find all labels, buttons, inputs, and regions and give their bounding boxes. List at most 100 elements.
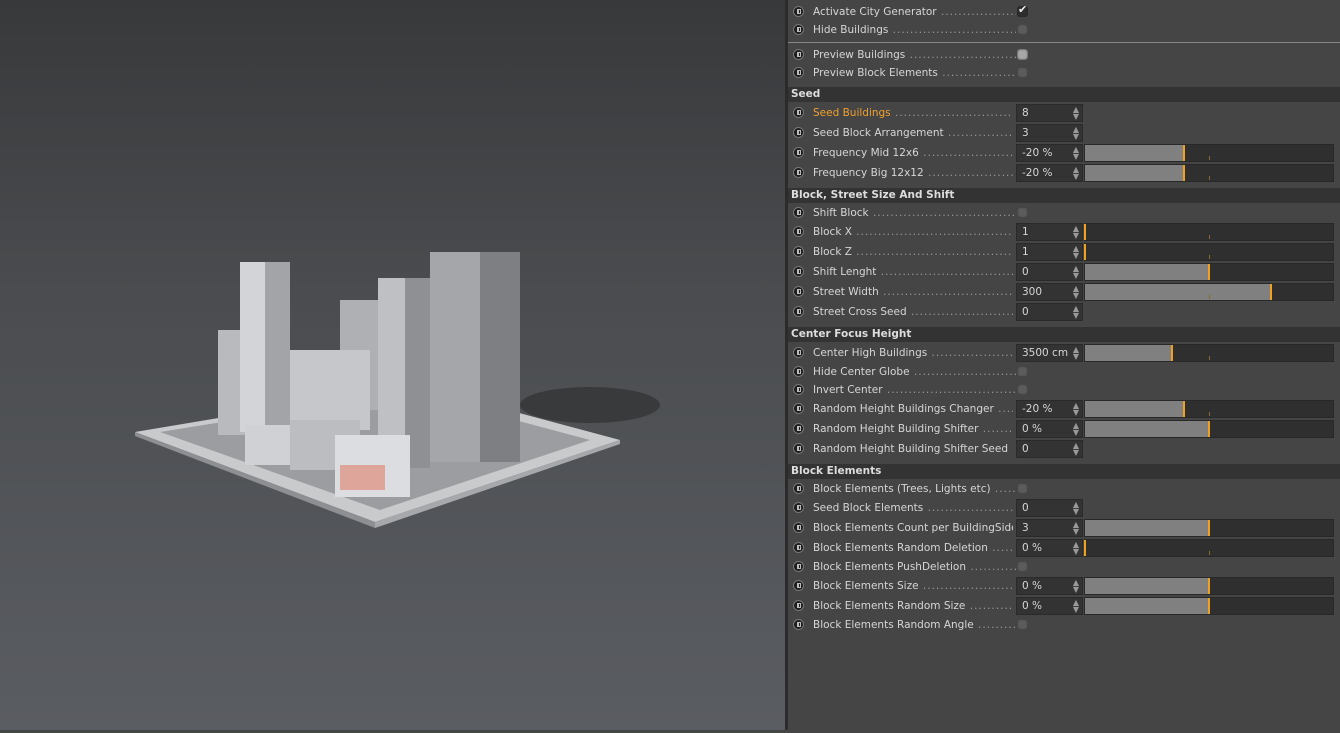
slider-handle[interactable] xyxy=(1183,145,1186,161)
slider-handle[interactable] xyxy=(1208,421,1210,437)
animate-keyframe-icon[interactable] xyxy=(793,246,804,257)
slider-handle[interactable] xyxy=(1084,244,1086,260)
slider-handle[interactable] xyxy=(1183,401,1186,417)
animate-keyframe-icon[interactable] xyxy=(793,522,804,533)
value-field[interactable]: 1 ▲ ▼ xyxy=(1016,223,1083,241)
slider[interactable] xyxy=(1084,420,1334,438)
slider-handle[interactable] xyxy=(1208,578,1210,594)
spinner-arrows-icon[interactable]: ▲ ▼ xyxy=(1073,422,1079,437)
animate-keyframe-icon[interactable] xyxy=(793,306,804,317)
slider[interactable] xyxy=(1084,243,1334,261)
value-field[interactable]: 0 % ▲ ▼ xyxy=(1016,420,1083,438)
value-field[interactable]: 3 ▲ ▼ xyxy=(1016,124,1083,142)
value-field[interactable]: -20 % ▲ ▼ xyxy=(1016,400,1083,418)
animate-keyframe-icon[interactable] xyxy=(793,67,804,78)
slider[interactable] xyxy=(1084,400,1334,418)
spinner-arrows-icon[interactable]: ▲ ▼ xyxy=(1073,599,1079,614)
value-field[interactable]: 0 ▲ ▼ xyxy=(1016,440,1083,458)
animate-keyframe-icon[interactable] xyxy=(793,286,804,297)
value-field[interactable]: 3500 cm ▲ ▼ xyxy=(1016,344,1083,362)
slider-handle[interactable] xyxy=(1170,345,1173,361)
checkbox[interactable] xyxy=(1017,384,1028,395)
slider[interactable] xyxy=(1084,344,1334,362)
value-field[interactable]: -20 % ▲ ▼ xyxy=(1016,164,1083,182)
checkbox[interactable] xyxy=(1017,67,1028,78)
animate-keyframe-icon[interactable] xyxy=(793,167,804,178)
slider[interactable] xyxy=(1084,577,1334,595)
value-field[interactable]: 1 ▲ ▼ xyxy=(1016,243,1083,261)
checkbox[interactable] xyxy=(1017,366,1028,377)
value-field[interactable]: 0 % ▲ ▼ xyxy=(1016,539,1083,557)
value-field[interactable]: 0 % ▲ ▼ xyxy=(1016,577,1083,595)
section-header-block-street-size-and-shift[interactable]: Block, Street Size And Shift xyxy=(788,188,1340,203)
checkbox[interactable] xyxy=(1017,483,1028,494)
slider[interactable] xyxy=(1084,263,1334,281)
spinner-arrows-icon[interactable]: ▲ ▼ xyxy=(1073,501,1079,516)
spinner-arrows-icon[interactable]: ▲ ▼ xyxy=(1073,579,1079,594)
checkbox[interactable] xyxy=(1017,24,1028,35)
value-field[interactable]: 3 ▲ ▼ xyxy=(1016,519,1083,537)
section-header-center-focus-height[interactable]: Center Focus Height xyxy=(788,327,1340,342)
animate-keyframe-icon[interactable] xyxy=(793,6,804,17)
spinner-arrows-icon[interactable]: ▲ ▼ xyxy=(1073,521,1079,536)
value-field[interactable]: 0 % ▲ ▼ xyxy=(1016,597,1083,615)
checkbox[interactable] xyxy=(1017,619,1028,630)
value-field[interactable]: 0 ▲ ▼ xyxy=(1016,499,1083,517)
value-field[interactable]: 300 ▲ ▼ xyxy=(1016,283,1083,301)
slider-handle[interactable] xyxy=(1084,224,1086,240)
value-field[interactable]: -20 % ▲ ▼ xyxy=(1016,144,1083,162)
animate-keyframe-icon[interactable] xyxy=(793,443,804,454)
spinner-arrows-icon[interactable]: ▲ ▼ xyxy=(1073,305,1079,320)
spinner-arrows-icon[interactable]: ▲ ▼ xyxy=(1073,442,1079,457)
animate-keyframe-icon[interactable] xyxy=(793,147,804,158)
spinner-arrows-icon[interactable]: ▲ ▼ xyxy=(1073,106,1079,121)
3d-viewport[interactable] xyxy=(0,0,785,730)
spinner-arrows-icon[interactable]: ▲ ▼ xyxy=(1073,245,1079,260)
animate-keyframe-icon[interactable] xyxy=(793,483,804,494)
animate-keyframe-icon[interactable] xyxy=(793,226,804,237)
slider-handle[interactable] xyxy=(1084,540,1086,556)
animate-keyframe-icon[interactable] xyxy=(793,403,804,414)
animate-keyframe-icon[interactable] xyxy=(793,561,804,572)
animate-keyframe-icon[interactable] xyxy=(793,384,804,395)
spinner-arrows-icon[interactable]: ▲ ▼ xyxy=(1073,265,1079,280)
slider[interactable] xyxy=(1084,164,1334,182)
animate-keyframe-icon[interactable] xyxy=(793,266,804,277)
slider[interactable] xyxy=(1084,223,1334,241)
section-header-seed[interactable]: Seed xyxy=(788,87,1340,102)
slider[interactable] xyxy=(1084,283,1334,301)
animate-keyframe-icon[interactable] xyxy=(793,619,804,630)
value-field[interactable]: 8 ▲ ▼ xyxy=(1016,104,1083,122)
slider-handle[interactable] xyxy=(1208,598,1210,614)
spinner-arrows-icon[interactable]: ▲ ▼ xyxy=(1073,126,1079,141)
slider-handle[interactable] xyxy=(1270,284,1272,300)
animate-keyframe-icon[interactable] xyxy=(793,347,804,358)
spinner-arrows-icon[interactable]: ▲ ▼ xyxy=(1073,541,1079,556)
animate-keyframe-icon[interactable] xyxy=(793,49,804,60)
animate-keyframe-icon[interactable] xyxy=(793,580,804,591)
animate-keyframe-icon[interactable] xyxy=(793,600,804,611)
slider[interactable] xyxy=(1084,144,1334,162)
slider-handle[interactable] xyxy=(1208,264,1210,280)
animate-keyframe-icon[interactable] xyxy=(793,127,804,138)
animate-keyframe-icon[interactable] xyxy=(793,207,804,218)
spinner-arrows-icon[interactable]: ▲ ▼ xyxy=(1073,146,1079,161)
checkbox[interactable] xyxy=(1017,49,1028,60)
slider[interactable] xyxy=(1084,519,1334,537)
slider-handle[interactable] xyxy=(1183,165,1186,181)
slider[interactable] xyxy=(1084,597,1334,615)
animate-keyframe-icon[interactable] xyxy=(793,542,804,553)
section-header-block-elements[interactable]: Block Elements xyxy=(788,464,1340,479)
animate-keyframe-icon[interactable] xyxy=(793,366,804,377)
slider[interactable] xyxy=(1084,539,1334,557)
spinner-arrows-icon[interactable]: ▲ ▼ xyxy=(1073,402,1079,417)
checkbox[interactable] xyxy=(1017,207,1028,218)
spinner-arrows-icon[interactable]: ▲ ▼ xyxy=(1073,225,1079,240)
value-field[interactable]: 0 ▲ ▼ xyxy=(1016,303,1083,321)
animate-keyframe-icon[interactable] xyxy=(793,24,804,35)
spinner-arrows-icon[interactable]: ▲ ▼ xyxy=(1073,285,1079,300)
animate-keyframe-icon[interactable] xyxy=(793,502,804,513)
slider-handle[interactable] xyxy=(1208,520,1210,536)
checkbox[interactable] xyxy=(1017,3,1028,17)
spinner-arrows-icon[interactable]: ▲ ▼ xyxy=(1073,166,1079,181)
